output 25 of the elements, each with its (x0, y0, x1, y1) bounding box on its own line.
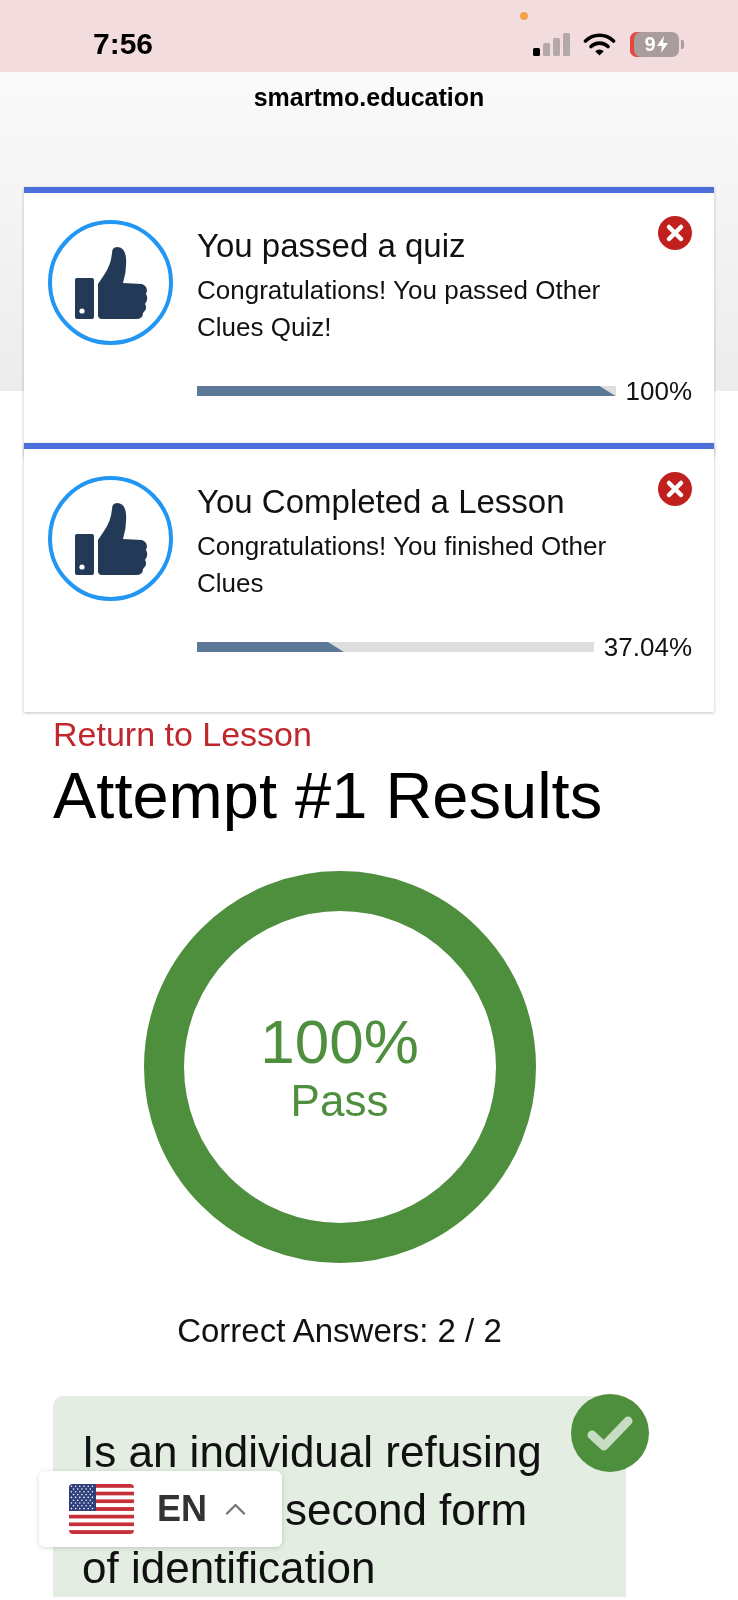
question-text: second form (285, 1484, 528, 1536)
thumbs-up-icon (48, 476, 173, 601)
results-heading: Attempt #1 Results (53, 758, 603, 833)
close-icon[interactable] (658, 472, 692, 506)
notification-title: You passed a quiz (197, 226, 467, 266)
language-selector[interactable]: EN (39, 1471, 282, 1547)
thumbs-up-icon (48, 220, 173, 345)
flag-icon (69, 1484, 134, 1534)
url-text[interactable]: smartmo.education (253, 82, 485, 112)
notification-title: You Completed a Lesson (197, 482, 566, 522)
score-result: Pass (290, 1076, 389, 1126)
score-percent: 100% (260, 1008, 419, 1076)
indicator-dot-icon (520, 12, 528, 20)
notification-message: Congratulations! You passed Other Clues Quiz! (197, 274, 602, 344)
wifi-icon (583, 32, 616, 56)
progress-percent: 100% (625, 376, 692, 406)
progress-percent: 37.04% (603, 632, 692, 662)
correct-answers-text: Correct Answers: 2 / 2 (177, 1312, 502, 1350)
notification-message: Congratulations! You finished Other Clues (197, 530, 608, 600)
battery-percent: 9 (644, 33, 656, 55)
status-time: 7:56 (93, 26, 154, 62)
return-link[interactable]: Return to Lesson (53, 716, 312, 752)
close-icon[interactable] (658, 216, 692, 250)
signal-icon (533, 32, 571, 56)
caret-icon (225, 1503, 246, 1515)
